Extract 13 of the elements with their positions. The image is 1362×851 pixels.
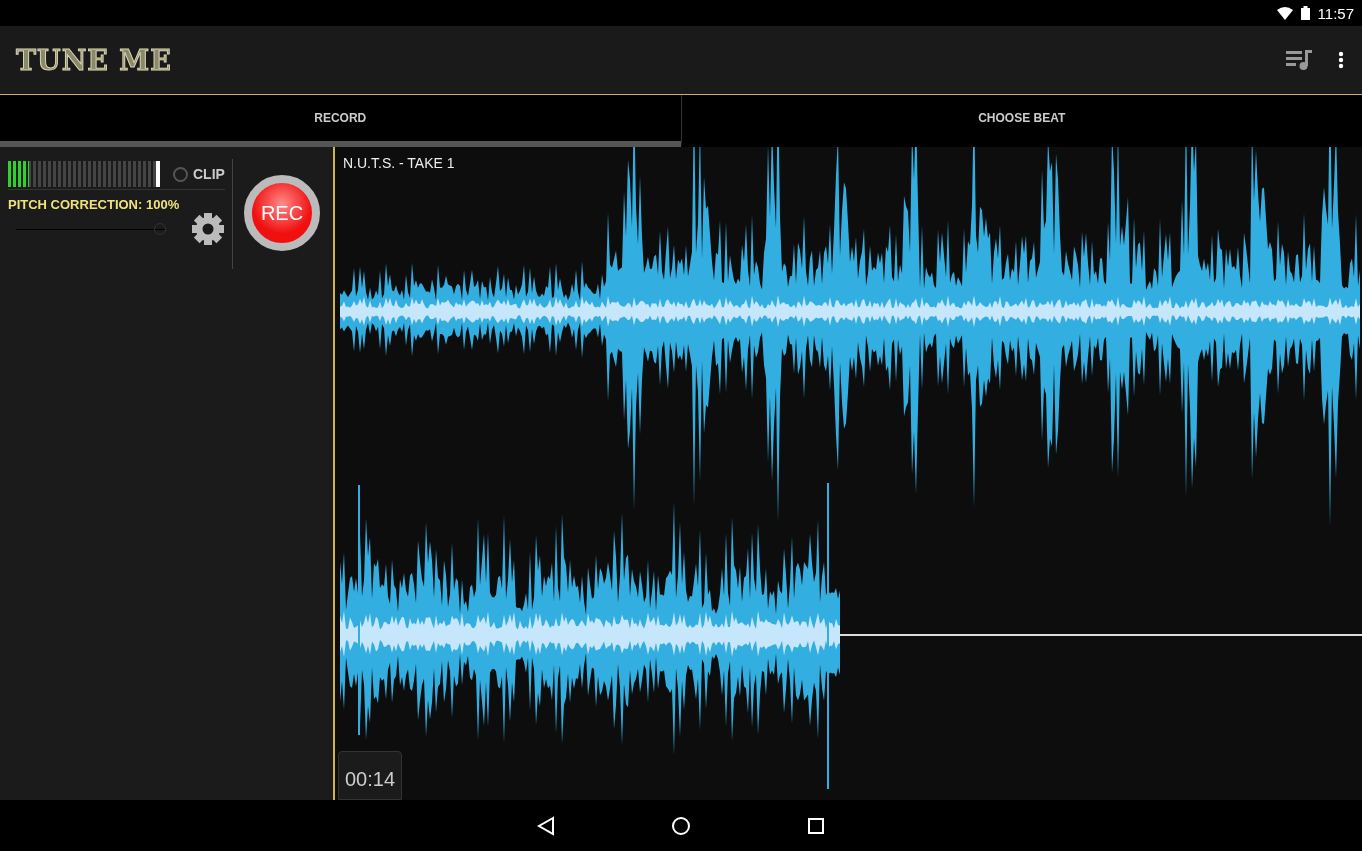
clock: 11:57 — [1317, 4, 1354, 22]
playlist-icon[interactable] — [1286, 49, 1312, 71]
app-logo: TUNE ME — [16, 44, 172, 76]
overflow-menu-icon[interactable] — [1338, 51, 1344, 69]
pitch-correction-label: PITCH CORRECTION: 100% — [8, 197, 181, 212]
wifi-icon — [1276, 6, 1293, 20]
home-icon[interactable] — [671, 815, 691, 836]
track-title: N.U.T.S. - TAKE 1 — [343, 155, 455, 171]
recents-icon[interactable] — [807, 816, 825, 835]
time-badge: 00:14 — [338, 751, 403, 800]
back-icon[interactable] — [537, 815, 555, 836]
clip-label: CLIP — [193, 166, 225, 182]
battery-icon — [1300, 6, 1310, 20]
